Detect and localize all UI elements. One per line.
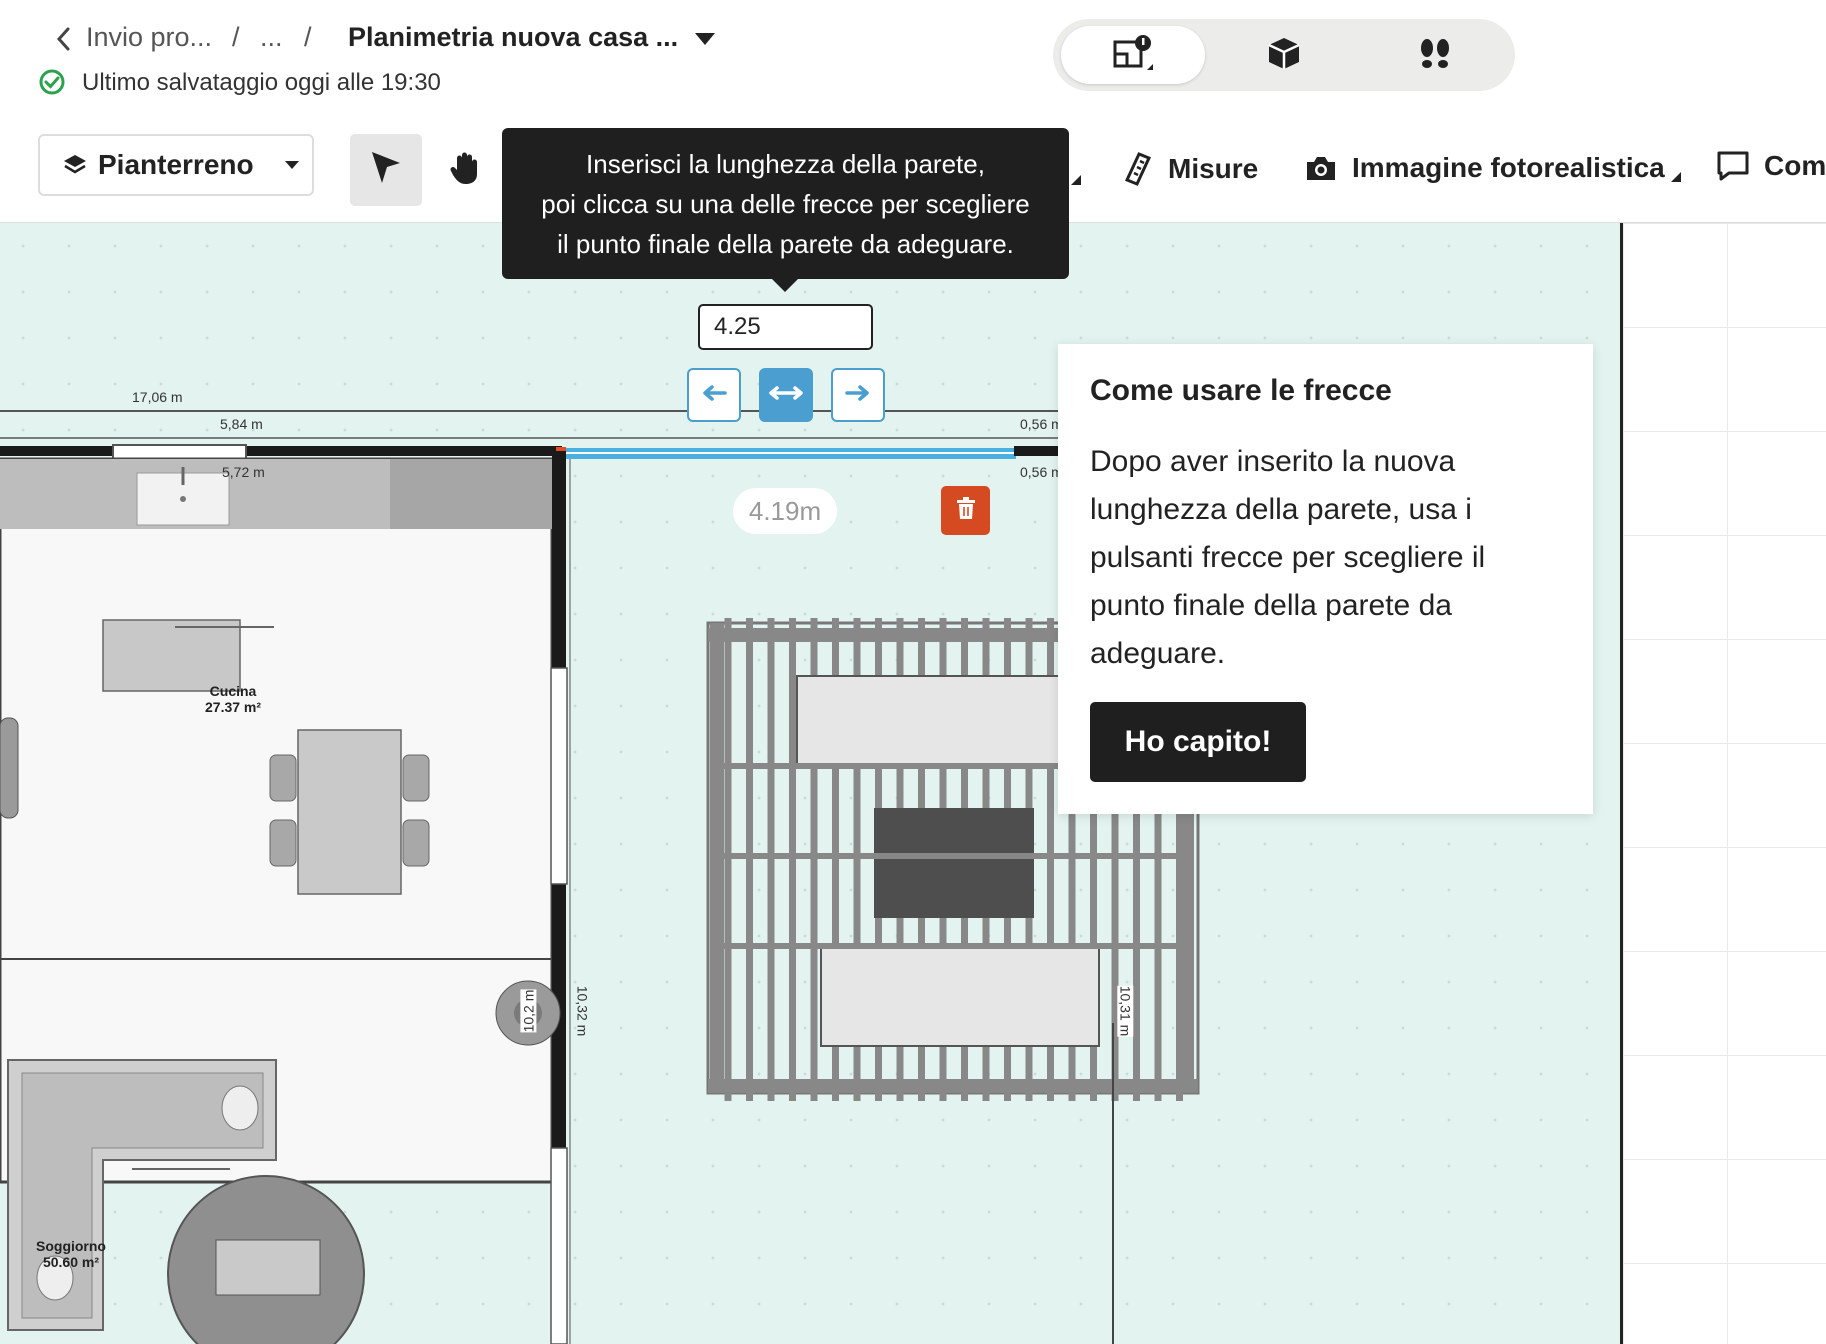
arrow-both-icon (768, 385, 804, 406)
camera-icon (1304, 154, 1338, 182)
got-it-button[interactable]: Ho capito! (1090, 702, 1306, 782)
view-switch (1053, 19, 1515, 91)
dimension-label: 10,2 m (520, 989, 537, 1033)
photo-render-label: Immagine fotorealistica (1352, 152, 1665, 183)
breadcrumb-back[interactable]: Invio pro... (86, 22, 212, 53)
extend-both-button[interactable] (759, 368, 813, 422)
dimension-label: 10,32 m (574, 985, 591, 1037)
wall-length-tooltip: Inserisci la lunghezza della parete, poi… (502, 128, 1069, 279)
dimension-label: 17,06 m (132, 389, 183, 405)
back-chevron-icon[interactable] (56, 26, 72, 57)
select-tool-button[interactable] (350, 134, 422, 206)
dimension-label: 0,56 m (1020, 416, 1063, 432)
room-label-kitchen: Cucina 27.37 m² (205, 683, 261, 715)
dimension-label: 5,84 m (220, 416, 263, 432)
check-circle-icon (38, 68, 66, 101)
arrow-right-icon (845, 384, 871, 406)
floor-select[interactable]: Pianterreno (38, 134, 314, 196)
delete-wall-button[interactable] (941, 486, 990, 535)
breadcrumb-ellipsis[interactable]: ... (260, 22, 283, 53)
tooltip-arrow (771, 278, 799, 292)
floor-select-label: Pianterreno (98, 149, 254, 180)
extend-right-button[interactable] (831, 368, 885, 422)
room-name: Cucina (209, 683, 257, 699)
dropdown-corner-icon (1071, 172, 1081, 190)
pan-tool-button[interactable] (442, 134, 490, 206)
comments-button[interactable]: Com (1716, 150, 1826, 182)
comment-icon (1716, 150, 1750, 182)
wall-length-badge: 4.19m (733, 488, 837, 534)
tooltip-line: il punto finale della parete da adeguare… (557, 228, 1014, 259)
room-label-living: Soggiorno 50.60 m² (36, 1238, 106, 1270)
comments-label: Com (1764, 150, 1826, 181)
room-area: 27.37 m² (205, 699, 262, 715)
project-title[interactable]: Planimetria nuova casa ... (348, 22, 678, 53)
chevron-down-icon (284, 160, 300, 170)
pointer-icon (368, 149, 404, 192)
measures-button[interactable]: Misure (1124, 152, 1258, 186)
trash-icon (955, 496, 977, 525)
layers-icon (62, 153, 88, 177)
tooltip-line: Inserisci la lunghezza della parete, (586, 148, 985, 179)
dropdown-corner-icon (1670, 172, 1681, 182)
breadcrumb-separator: / (304, 22, 312, 52)
side-panel (1620, 223, 1826, 1344)
dimension-label: 5,72 m (222, 464, 265, 480)
room-area: 50.60 m² (42, 1254, 100, 1270)
cube-3d-icon (1266, 35, 1302, 76)
top-header: Invio pro... / ... / Planimetria nuova c… (0, 0, 1826, 119)
room-name: Soggiorno (36, 1238, 106, 1254)
save-status: Ultimo salvataggio oggi alle 19:30 (82, 69, 441, 96)
photo-render-button[interactable]: Immagine fotorealistica (1304, 152, 1681, 184)
footsteps-icon (1417, 35, 1453, 76)
tooltip-line: poi clicca su una delle frecce per scegl… (541, 188, 1030, 219)
breadcrumb-separator: / (232, 22, 240, 52)
ruler-icon (1124, 152, 1152, 186)
arrow-left-icon (701, 384, 727, 406)
wall-length-input[interactable] (698, 304, 873, 350)
arrows-help-popup: Come usare le frecce Dopo aver inserito … (1058, 344, 1593, 814)
measures-label: Misure (1168, 153, 1259, 184)
help-body: Dopo aver inserito la nuova lunghezza de… (1090, 445, 1486, 670)
hand-icon (449, 150, 483, 191)
view-2d-button[interactable] (1061, 26, 1205, 84)
extend-left-button[interactable] (687, 368, 741, 422)
view-3d-button[interactable] (1212, 26, 1356, 84)
dimension-label: 0,56 m (1020, 464, 1063, 480)
floorplan-2d-icon (1109, 34, 1157, 77)
dimension-label: 10,31 m (1117, 985, 1134, 1037)
chevron-down-icon[interactable] (694, 32, 716, 51)
help-title: Come usare le frecce (1090, 374, 1392, 407)
view-walk-button[interactable] (1363, 26, 1507, 84)
